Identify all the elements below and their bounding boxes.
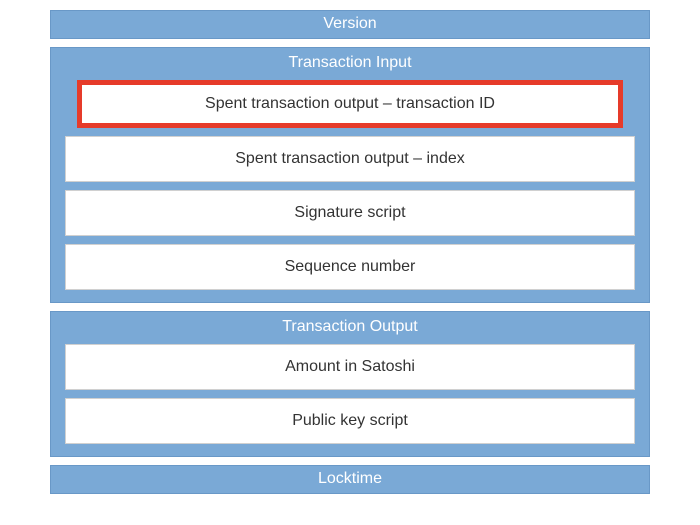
transaction-output-block: Transaction Output Amount in Satoshi Pub…: [50, 311, 650, 457]
transaction-input-block: Transaction Input Spent transaction outp…: [50, 47, 650, 303]
highlighted-field-frame: Spent transaction output – transaction I…: [77, 80, 623, 128]
locktime-label: Locktime: [51, 466, 649, 493]
field-public-key-script: Public key script: [65, 398, 635, 444]
field-spent-output-txid: Spent transaction output – transaction I…: [82, 85, 618, 123]
locktime-block: Locktime: [50, 465, 650, 494]
version-label: Version: [51, 11, 649, 38]
transaction-structure-diagram: Version Transaction Input Spent transact…: [50, 10, 650, 494]
field-signature-script: Signature script: [65, 190, 635, 236]
field-sequence-number: Sequence number: [65, 244, 635, 290]
field-amount-satoshi: Amount in Satoshi: [65, 344, 635, 390]
transaction-input-title: Transaction Input: [51, 48, 649, 80]
transaction-output-title: Transaction Output: [51, 312, 649, 344]
output-fields: Amount in Satoshi Public key script: [51, 344, 649, 456]
input-fields: Spent transaction output – transaction I…: [51, 80, 649, 302]
version-block: Version: [50, 10, 650, 39]
field-spent-output-index: Spent transaction output – index: [65, 136, 635, 182]
